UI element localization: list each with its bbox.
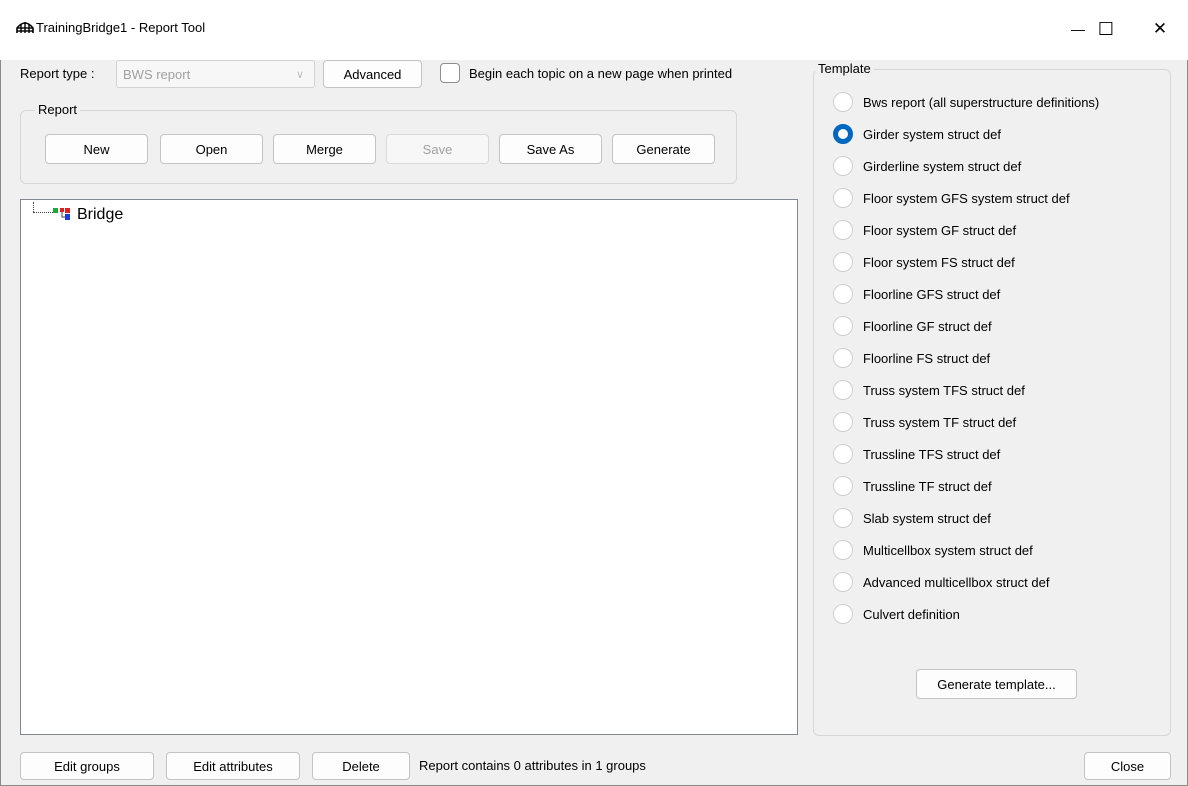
save-as-button[interactable]: Save As bbox=[499, 134, 602, 164]
template-option[interactable]: Trussline TFS struct def bbox=[833, 438, 1163, 470]
template-option-label: Advanced multicellbox struct def bbox=[863, 574, 1050, 590]
minimize-icon: — bbox=[1071, 21, 1085, 37]
template-option-label: Slab system struct def bbox=[863, 510, 991, 526]
generate-template-button[interactable]: Generate template... bbox=[916, 669, 1077, 699]
template-option-label: Floorline FS struct def bbox=[863, 350, 991, 366]
template-option-label: Floor system GFS system struct def bbox=[863, 190, 1070, 206]
template-option-label: Trussline TFS struct def bbox=[863, 446, 1001, 462]
close-button[interactable]: Close bbox=[1084, 752, 1171, 780]
template-option[interactable]: Truss system TF struct def bbox=[833, 406, 1163, 438]
delete-button[interactable]: Delete bbox=[312, 752, 410, 780]
tree-connector-line bbox=[33, 202, 34, 212]
template-radio-button[interactable] bbox=[833, 508, 853, 528]
template-radio-button[interactable] bbox=[833, 572, 853, 592]
chevron-down-icon: ∨ bbox=[295, 69, 304, 81]
maximize-icon: ☐ bbox=[1097, 18, 1115, 39]
template-option-label: Floor system FS struct def bbox=[863, 254, 1015, 270]
template-radio-button[interactable] bbox=[833, 476, 853, 496]
template-option[interactable]: Girder system struct def bbox=[833, 118, 1163, 150]
report-group-title: Report bbox=[35, 102, 81, 117]
edit-groups-button[interactable]: Edit groups bbox=[20, 752, 154, 780]
edit-attributes-button[interactable]: Edit attributes bbox=[166, 752, 300, 780]
template-option[interactable]: Floor system GFS system struct def bbox=[833, 182, 1163, 214]
template-option[interactable]: Floorline FS struct def bbox=[833, 342, 1163, 374]
new-button[interactable]: New bbox=[45, 134, 148, 164]
merge-button[interactable]: Merge bbox=[273, 134, 376, 164]
template-option[interactable]: Culvert definition bbox=[833, 598, 1163, 630]
report-type-label: Report type : bbox=[20, 66, 95, 81]
begin-topic-checkbox[interactable] bbox=[440, 63, 460, 83]
template-radio-button[interactable] bbox=[833, 220, 853, 240]
tree-connector-line bbox=[33, 212, 53, 213]
template-option-label: Bws report (all superstructure definitio… bbox=[863, 94, 1100, 110]
template-option-label: Trussline TF struct def bbox=[863, 478, 992, 494]
template-radio-button[interactable] bbox=[833, 412, 853, 432]
template-option[interactable]: Truss system TFS struct def bbox=[833, 374, 1163, 406]
template-option[interactable]: Floorline GFS struct def bbox=[833, 278, 1163, 310]
template-option[interactable]: Girderline system struct def bbox=[833, 150, 1163, 182]
close-window-button[interactable]: ✕ bbox=[1140, 14, 1180, 44]
close-icon: ✕ bbox=[1152, 19, 1168, 38]
template-option-label: Girderline system struct def bbox=[863, 158, 1022, 174]
tree-item-bridge[interactable]: Bridge bbox=[77, 206, 123, 224]
status-text: Report contains 0 attributes in 1 groups bbox=[419, 758, 646, 773]
template-radio-button[interactable] bbox=[833, 252, 853, 272]
template-group-title: Template bbox=[815, 61, 874, 76]
template-option[interactable]: Floor system FS struct def bbox=[833, 246, 1163, 278]
template-option[interactable]: Floor system GF struct def bbox=[833, 214, 1163, 246]
template-radio-button[interactable] bbox=[833, 188, 853, 208]
bridge-tree-icon bbox=[53, 207, 75, 221]
template-option-label: Truss system TF struct def bbox=[863, 414, 1017, 430]
template-radio-button[interactable] bbox=[833, 156, 853, 176]
report-type-value: BWS report bbox=[123, 66, 191, 82]
report-tree-view[interactable]: Bridge bbox=[20, 199, 798, 735]
template-radio-button[interactable] bbox=[833, 380, 853, 400]
template-option-label: Girder system struct def bbox=[863, 126, 1001, 142]
template-option-label: Multicellbox system struct def bbox=[863, 542, 1033, 558]
template-option[interactable]: Multicellbox system struct def bbox=[833, 534, 1163, 566]
begin-topic-label: Begin each topic on a new page when prin… bbox=[469, 66, 733, 81]
template-radio-button[interactable] bbox=[833, 124, 853, 144]
report-type-combo[interactable]: BWS report ∨ bbox=[116, 60, 315, 88]
template-option[interactable]: Floorline GF struct def bbox=[833, 310, 1163, 342]
template-option-label: Truss system TFS struct def bbox=[863, 382, 1025, 398]
template-radio-button[interactable] bbox=[833, 540, 853, 560]
template-option[interactable]: Trussline TF struct def bbox=[833, 470, 1163, 502]
template-option[interactable]: Advanced multicellbox struct def bbox=[833, 566, 1163, 598]
generate-button[interactable]: Generate bbox=[612, 134, 715, 164]
template-radio-button[interactable] bbox=[833, 92, 853, 112]
window-title: TrainingBridge1 - Report Tool bbox=[36, 20, 206, 35]
template-option[interactable]: Slab system struct def bbox=[833, 502, 1163, 534]
template-option-label: Culvert definition bbox=[863, 606, 960, 622]
open-button[interactable]: Open bbox=[160, 134, 263, 164]
save-button[interactable]: Save bbox=[386, 134, 489, 164]
template-radio-button[interactable] bbox=[833, 348, 853, 368]
template-option-label: Floor system GF struct def bbox=[863, 222, 1017, 238]
template-radio-button[interactable] bbox=[833, 284, 853, 304]
advanced-button[interactable]: Advanced bbox=[323, 60, 422, 88]
maximize-button[interactable]: ☐ bbox=[1086, 14, 1126, 44]
template-radio-list: Bws report (all superstructure definitio… bbox=[833, 86, 1163, 630]
template-option[interactable]: Bws report (all superstructure definitio… bbox=[833, 86, 1163, 118]
template-radio-button[interactable] bbox=[833, 604, 853, 624]
bridge-app-icon bbox=[16, 19, 34, 35]
template-option-label: Floorline GFS struct def bbox=[863, 286, 1001, 302]
template-option-label: Floorline GF struct def bbox=[863, 318, 992, 334]
template-radio-button[interactable] bbox=[833, 444, 853, 464]
template-radio-button[interactable] bbox=[833, 316, 853, 336]
